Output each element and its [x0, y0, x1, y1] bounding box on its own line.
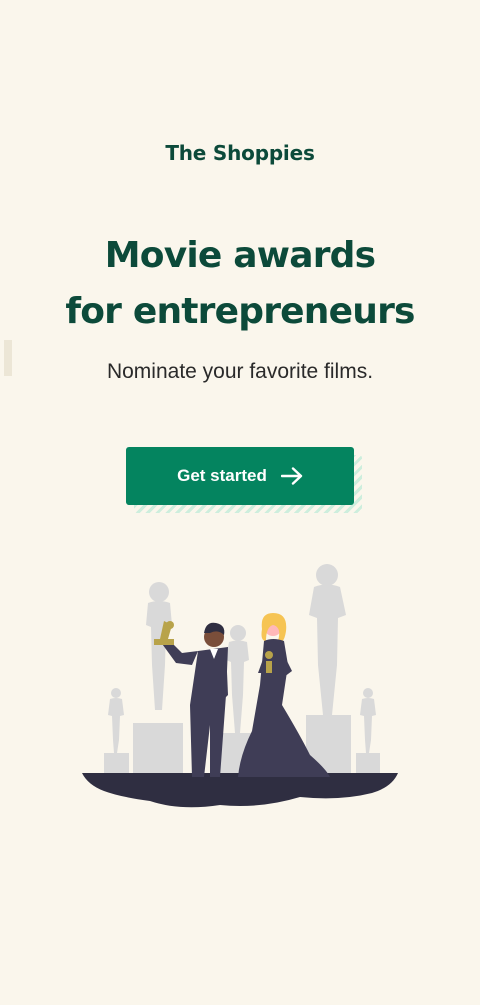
hero-title-line-2-text: for entrepreneurs	[65, 291, 415, 332]
arrow-right-icon	[280, 467, 303, 485]
hero-subtitle: Nominate your favorite films.	[106, 360, 374, 383]
award-ceremony-illustration	[82, 564, 398, 808]
statue-silhouettes	[104, 564, 380, 778]
get-started-label: Get started	[177, 466, 267, 485]
brand-logo-text[interactable]: The Shoppies	[0, 141, 480, 165]
hero-title-line-1: Movie awards	[104, 235, 376, 276]
cta-container: Get started	[126, 447, 362, 513]
get-started-button[interactable]: Get started	[126, 447, 354, 505]
hero-title: Movie awards for entrepreneurs	[0, 228, 480, 376]
stage-floor	[82, 773, 398, 808]
